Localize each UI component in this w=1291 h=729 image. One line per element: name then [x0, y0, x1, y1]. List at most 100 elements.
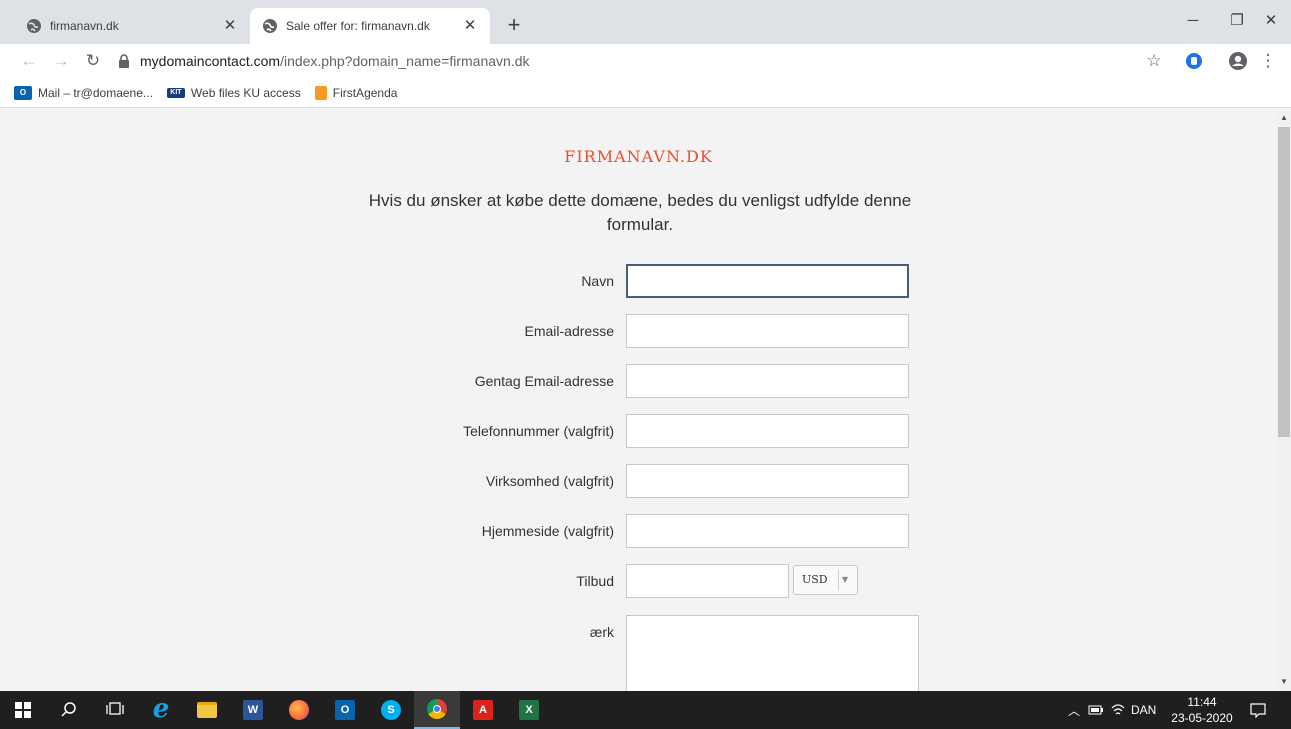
field-label: Email-adresse	[524, 323, 614, 339]
scroll-up-icon[interactable]: ▲	[1277, 111, 1291, 125]
bookmark-web-files[interactable]: KIT Web files KU access	[166, 85, 301, 100]
bookmark-label: Mail – tr@domaene...	[38, 85, 153, 100]
tab-sale-offer[interactable]: Sale offer for: firmanavn.dk ✕	[250, 8, 490, 44]
action-center-icon[interactable]	[1250, 691, 1266, 729]
field-label: Tilbud	[576, 573, 614, 589]
form-row-name: Navn	[360, 264, 920, 298]
form-row-website: Hjemmeside (valgfrit)	[360, 514, 920, 548]
tab-strip: firmanavn.dk ✕ Sale offer for: firmanavn…	[0, 0, 1291, 44]
close-icon[interactable]: ✕	[462, 18, 478, 34]
windows-icon	[15, 702, 31, 718]
folder-icon	[197, 702, 217, 718]
bookmark-label: Web files KU access	[190, 85, 301, 100]
url-path: /index.php?domain_name=firmanavn.dk	[280, 53, 530, 69]
scroll-thumb[interactable]	[1278, 127, 1290, 437]
bookmark-firstagenda[interactable]: FirstAgenda	[314, 85, 398, 100]
tab-firmanavn[interactable]: firmanavn.dk ✕	[14, 8, 250, 44]
address-bar[interactable]: mydomaincontact.com/index.php?domain_nam…	[118, 48, 1138, 74]
email-repeat-field[interactable]	[626, 364, 909, 398]
field-label: Virksomhed (valgfrit)	[485, 473, 614, 489]
minimize-button[interactable]: ─	[1178, 8, 1208, 34]
close-window-button[interactable]: ✕	[1256, 8, 1286, 34]
lock-icon	[118, 54, 130, 68]
field-label: Hjemmeside (valgfrit)	[481, 523, 614, 539]
skype-icon: S	[381, 700, 401, 720]
battery-icon[interactable]	[1088, 691, 1104, 729]
start-button[interactable]	[0, 691, 46, 729]
taskbar-internet-explorer[interactable]: e	[138, 691, 184, 729]
search-button[interactable]	[46, 691, 92, 729]
kit-icon: KIT	[166, 87, 185, 98]
clock-date: 23-05-2020	[1171, 711, 1233, 725]
taskbar-excel[interactable]: X	[506, 691, 552, 729]
vertical-scrollbar[interactable]: ▲ ▼	[1277, 109, 1291, 691]
tab-title: firmanavn.dk	[50, 19, 119, 33]
offer-field[interactable]	[626, 564, 789, 598]
taskbar-outlook[interactable]: O	[322, 691, 368, 729]
windows-taskbar: e W O S A X ︿ DAN 11:44 23-05-2020	[0, 691, 1291, 729]
site-title: FIRMANAVN.DK	[564, 147, 713, 166]
outlook-icon: O	[14, 85, 32, 100]
bookmarks-bar: O Mail – tr@domaene... KIT Web files KU …	[0, 78, 1291, 108]
bookmark-label: FirstAgenda	[332, 85, 398, 100]
remark-textarea[interactable]	[626, 615, 919, 691]
clock-time: 11:44	[1187, 695, 1217, 709]
back-arrow-icon[interactable]: ←	[18, 50, 40, 72]
website-field[interactable]	[626, 514, 909, 548]
acrobat-icon: A	[473, 700, 493, 720]
forward-arrow-icon[interactable]: →	[50, 50, 72, 72]
taskbar-firefox[interactable]	[276, 691, 322, 729]
company-field[interactable]	[626, 464, 909, 498]
taskbar-chrome[interactable]	[414, 691, 460, 729]
excel-icon: X	[519, 700, 539, 720]
firefox-icon	[289, 700, 309, 720]
task-view-button[interactable]	[92, 691, 138, 729]
currency-select[interactable]: USD ▼	[793, 565, 858, 595]
intro-text: Hvis du ønsker at købe dette domæne, bed…	[368, 191, 912, 234]
form-row-email-repeat: Gentag Email-adresse	[360, 364, 920, 398]
globe-icon	[26, 18, 42, 34]
new-tab-button[interactable]: +	[502, 14, 526, 38]
field-label: ærk	[589, 624, 614, 640]
form-row-remark: ærk	[360, 615, 920, 691]
email-field[interactable]	[626, 314, 909, 348]
profile-icon[interactable]	[1226, 49, 1250, 73]
menu-dots-icon[interactable]: ⋮	[1258, 49, 1278, 73]
language-indicator[interactable]: DAN	[1131, 691, 1156, 729]
browser-toolbar: ← → ↻ mydomaincontact.com/index.php?doma…	[0, 44, 1291, 78]
show-hidden-icons[interactable]: ︿	[1068, 691, 1080, 729]
reload-icon[interactable]: ↻	[82, 50, 104, 72]
firstagenda-icon	[314, 85, 327, 100]
taskbar-acrobat[interactable]: A	[460, 691, 506, 729]
bookmark-mail[interactable]: O Mail – tr@domaene...	[14, 85, 153, 100]
field-label: Telefonnummer (valgfrit)	[463, 423, 614, 439]
name-field[interactable]	[626, 264, 909, 298]
tab-title: Sale offer for: firmanavn.dk	[286, 19, 430, 33]
field-label: Navn	[581, 273, 614, 289]
search-icon	[61, 702, 76, 717]
star-icon[interactable]: ☆	[1142, 49, 1166, 73]
globe-icon	[262, 18, 278, 34]
restore-button[interactable]: ❐	[1222, 8, 1252, 34]
phone-field[interactable]	[626, 414, 909, 448]
taskbar-file-explorer[interactable]	[184, 691, 230, 729]
page-content: FIRMANAVN.DK Hvis du ønsker at købe dett…	[0, 109, 1277, 691]
close-icon[interactable]: ✕	[222, 18, 238, 34]
chevron-up-icon: ︿	[1068, 703, 1081, 718]
extension-icon[interactable]	[1182, 49, 1206, 73]
wifi-icon[interactable]	[1110, 691, 1126, 729]
field-label: Gentag Email-adresse	[474, 373, 614, 389]
taskbar-skype[interactable]: S	[368, 691, 414, 729]
currency-value: USD	[802, 573, 828, 586]
internet-explorer-icon: e	[152, 694, 170, 724]
url-host: mydomaincontact.com	[140, 53, 281, 69]
word-icon: W	[243, 700, 263, 720]
form-row-offer: Tilbud USD ▼	[360, 564, 920, 598]
system-clock[interactable]: 11:44 23-05-2020	[1166, 694, 1238, 726]
chrome-icon	[427, 699, 447, 719]
scroll-down-icon[interactable]: ▼	[1277, 675, 1291, 689]
taskbar-word[interactable]: W	[230, 691, 276, 729]
form-row-email: Email-adresse	[360, 314, 920, 348]
chevron-down-icon: ▼	[842, 575, 849, 584]
form-row-phone: Telefonnummer (valgfrit)	[360, 414, 920, 448]
